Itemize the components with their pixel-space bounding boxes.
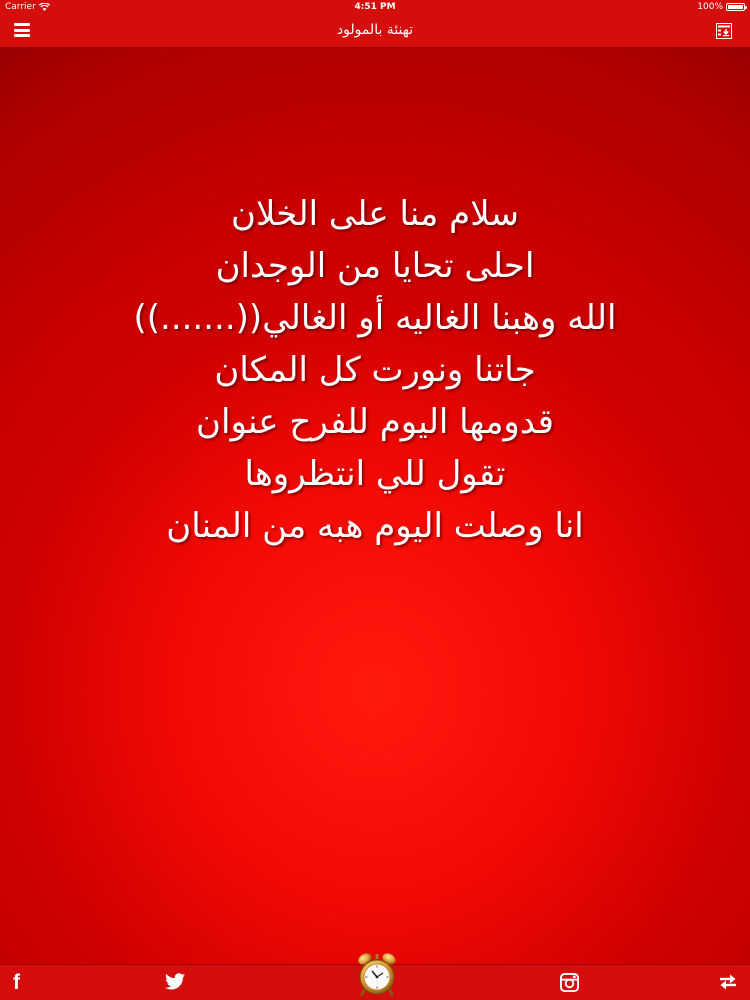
facebook-icon: f (13, 971, 20, 994)
twitter-icon (165, 973, 185, 990)
status-bar: Carrier 4:51 PM 100% (0, 0, 750, 14)
list-download-button[interactable] (716, 23, 732, 39)
poem-line: انا وصلت اليوم هبه من المنان (166, 506, 584, 546)
page-title: تهنئة بالمولود (336, 22, 414, 38)
poem-line: تقول للي انتظروها (244, 454, 506, 494)
poem-text: سلام منا على الخلان احلى تحايا من الوجدان… (0, 188, 750, 552)
instagram-icon (560, 973, 579, 992)
alarm-clock-icon (358, 953, 396, 997)
poem-line: الله وهبنا الغاليه أو الغالي((.......)) (133, 298, 617, 338)
instagram-button[interactable] (560, 973, 579, 996)
battery-percent: 100% (697, 2, 723, 12)
list-download-icon (716, 23, 732, 39)
content-area: سلام منا على الخلان احلى تحايا من الوجدان… (0, 48, 750, 964)
poem-line: قدومها اليوم للفرح عنوان (196, 402, 554, 442)
share-button[interactable] (718, 973, 738, 995)
status-time: 4:51 PM (354, 2, 396, 12)
app-screen: Carrier 4:51 PM 100% تهنئة بالمولود سلام… (0, 0, 750, 1000)
battery-fill (728, 5, 743, 9)
share-arrows-icon (720, 974, 736, 990)
poem-line: احلى تحايا من الوجدان (215, 246, 535, 286)
alarm-button[interactable] (356, 952, 398, 998)
poem-line: جاتنا ونورت كل المكان (214, 350, 536, 390)
battery-icon (726, 3, 747, 11)
facebook-button[interactable]: f (13, 972, 20, 994)
poem-line: سلام منا على الخلان (231, 194, 519, 234)
status-right: 100% (697, 0, 747, 14)
twitter-button[interactable] (165, 973, 185, 994)
nav-bar: تهنئة بالمولود (0, 14, 750, 48)
